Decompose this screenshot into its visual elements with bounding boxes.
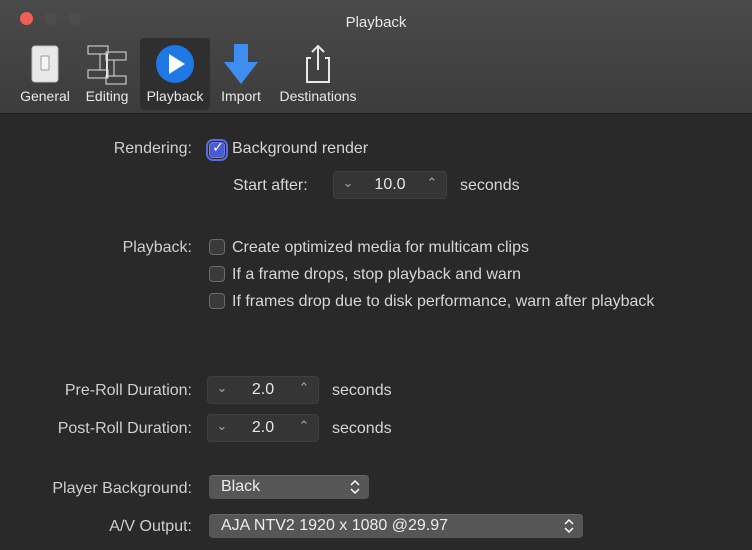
background-render-checkbox[interactable]: ✓ — [206, 139, 228, 161]
tab-editing[interactable]: Editing — [78, 38, 136, 110]
player-background-value: Black — [221, 478, 261, 495]
player-background-popup[interactable]: Black — [209, 475, 369, 499]
tab-editing-label: Editing — [85, 88, 129, 104]
tab-general-label: General — [20, 88, 70, 104]
decrement-icon[interactable]: ⌄ — [212, 419, 232, 437]
decrement-icon[interactable]: ⌄ — [212, 381, 232, 399]
disk-performance-warn-label: If frames drop due to disk performance, … — [232, 293, 655, 310]
post-roll-value[interactable]: 2.0 — [236, 419, 290, 437]
background-render-label: Background render — [232, 140, 369, 157]
popup-arrows-icon — [564, 518, 574, 534]
window-title: Playback — [345, 14, 407, 31]
player-background-label: Player Background: — [52, 480, 192, 497]
tab-general[interactable]: General — [14, 38, 76, 110]
start-after-unit: seconds — [460, 177, 520, 194]
switch-icon — [31, 45, 59, 83]
rendering-label: Rendering: — [113, 140, 192, 157]
checkmark-icon: ✓ — [212, 140, 224, 156]
increment-icon[interactable]: ⌃ — [294, 381, 314, 399]
frame-drop-stop-label: If a frame drops, stop playback and warn — [232, 266, 522, 283]
import-arrow-icon — [224, 44, 258, 84]
decrement-icon[interactable]: ⌄ — [338, 176, 358, 194]
preferences-window: Playback General Editing Playback Import… — [0, 0, 752, 550]
start-after-value[interactable]: 10.0 — [362, 176, 418, 194]
tab-destinations-label: Destinations — [279, 88, 357, 104]
post-roll-unit: seconds — [332, 420, 392, 437]
toolbar: Playback General Editing Playback Import… — [0, 0, 752, 114]
tab-destinations[interactable]: Destinations — [272, 38, 364, 110]
pre-roll-value[interactable]: 2.0 — [236, 381, 290, 399]
frame-drop-stop-checkbox[interactable] — [209, 266, 225, 282]
av-output-value: AJA NTV2 1920 x 1080 @29.97 — [221, 517, 449, 534]
pre-roll-label: Pre-Roll Duration: — [64, 382, 192, 399]
playback-label: Playback: — [122, 239, 192, 256]
start-after-label: Start after: — [233, 177, 308, 194]
tab-playback[interactable]: Playback — [140, 38, 210, 110]
post-roll-label: Post-Roll Duration: — [57, 420, 192, 437]
tab-import-label: Import — [221, 88, 261, 104]
share-icon — [306, 44, 330, 83]
optimized-media-checkbox[interactable] — [209, 239, 225, 255]
optimized-media-label: Create optimized media for multicam clip… — [232, 239, 529, 256]
tab-import[interactable]: Import — [212, 38, 270, 110]
play-icon — [156, 45, 194, 83]
pre-roll-stepper[interactable]: ⌄ 2.0 ⌃ — [207, 376, 319, 404]
av-output-popup[interactable]: AJA NTV2 1920 x 1080 @29.97 — [209, 514, 583, 538]
tab-playback-label: Playback — [146, 88, 204, 104]
pre-roll-unit: seconds — [332, 382, 392, 399]
popup-arrows-icon — [350, 479, 360, 495]
start-after-stepper[interactable]: ⌄ 10.0 ⌃ — [333, 171, 447, 199]
increment-icon[interactable]: ⌃ — [294, 419, 314, 437]
post-roll-stepper[interactable]: ⌄ 2.0 ⌃ — [207, 414, 319, 442]
increment-icon[interactable]: ⌃ — [422, 176, 442, 194]
film-strip-icon — [87, 45, 127, 85]
disk-performance-warn-checkbox[interactable] — [209, 293, 225, 309]
av-output-label: A/V Output: — [109, 518, 192, 535]
